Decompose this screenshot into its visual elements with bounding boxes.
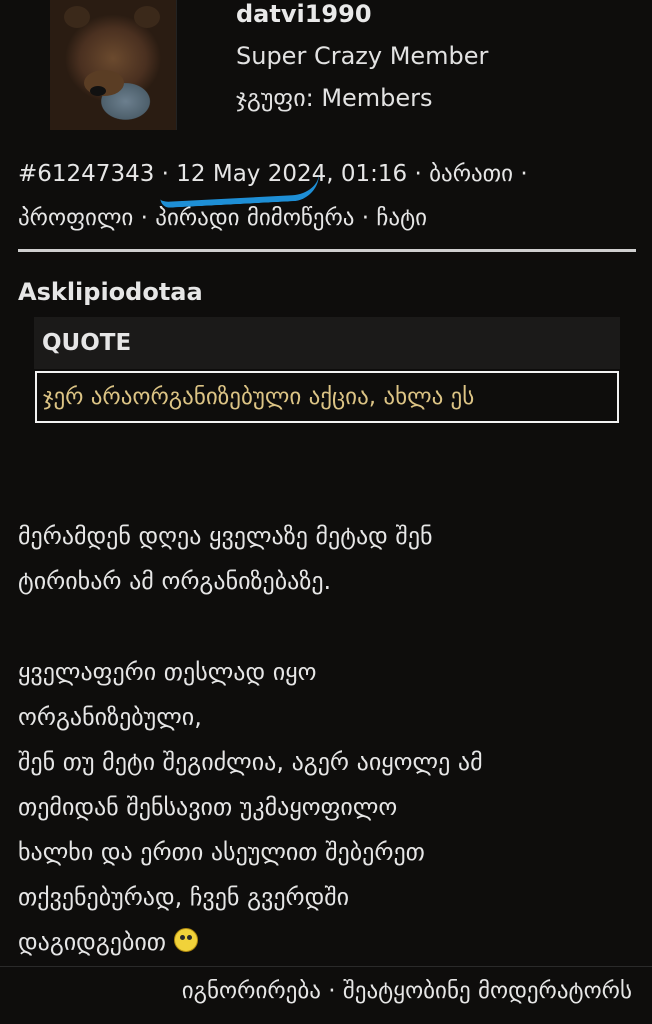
- post-meta: #61247343 · 12 May 2024, 01:16 · ბარათი …: [18, 152, 628, 240]
- author-rank: Super Crazy Member: [236, 42, 489, 70]
- report-moderator-link[interactable]: შეატყობინე მოდერატორს: [343, 978, 632, 1004]
- quote-text: ჯერ არაორგანიზებული აქცია, ახლა ეს: [35, 371, 619, 423]
- message-line: ხალხი და ერთი ასეულით შებერეთ: [18, 838, 425, 866]
- divider: [18, 249, 636, 252]
- message-line: ორგანიზებული,: [18, 703, 202, 731]
- message-line: მერამდენ დღეა ყველაზე მეტად შენ: [18, 522, 433, 550]
- post-footer: იგნორირება · შეატყობინე მოდერატორს: [182, 978, 632, 1004]
- author-group: ჯგუფი: Members: [236, 84, 433, 112]
- quote-author: Asklipiodotaa: [18, 278, 203, 306]
- post-header: datvi1990 Super Crazy Member ჯგუფი: Memb…: [0, 0, 652, 140]
- separator: ·: [140, 205, 148, 231]
- message-line: თქვენებურად, ჩვენ გვერდში: [18, 883, 350, 911]
- quote-header: QUOTE: [34, 317, 620, 369]
- message-line: ყველაფერი თესლად იყო: [18, 658, 317, 686]
- private-message-link[interactable]: პირადი მიმოწერა: [155, 205, 354, 231]
- footer-divider: [0, 966, 652, 967]
- message-line: შენ თუ მეტი შეგიძლია, აგერ აიყოლე ამ: [18, 748, 483, 776]
- separator: ·: [361, 205, 370, 231]
- author-username[interactable]: datvi1990: [236, 0, 372, 28]
- card-link[interactable]: ბარათი: [429, 161, 513, 187]
- post-body: მერამდენ დღეა ყველაზე მეტად შენ ტირიხარ …: [18, 514, 644, 965]
- separator: ·: [520, 161, 528, 187]
- chat-link[interactable]: ჩატი: [376, 205, 427, 231]
- separator: ·: [414, 161, 422, 187]
- message-text: დაგიდგებით: [18, 928, 167, 956]
- confused-smiley-icon: [173, 928, 198, 952]
- message-line: თემიდან შენსავით უკმაყოფილო: [18, 793, 398, 821]
- message-line-last: დაგიდგებით: [18, 920, 644, 965]
- profile-link[interactable]: პროფილი: [18, 205, 133, 231]
- ignore-link[interactable]: იგნორირება: [182, 978, 321, 1004]
- post-id-link[interactable]: #61247343: [18, 161, 154, 187]
- avatar[interactable]: [50, 0, 177, 130]
- message-line: ტირიხარ ამ ორგანიზებაზე.: [18, 567, 332, 595]
- separator: ·: [328, 978, 336, 1004]
